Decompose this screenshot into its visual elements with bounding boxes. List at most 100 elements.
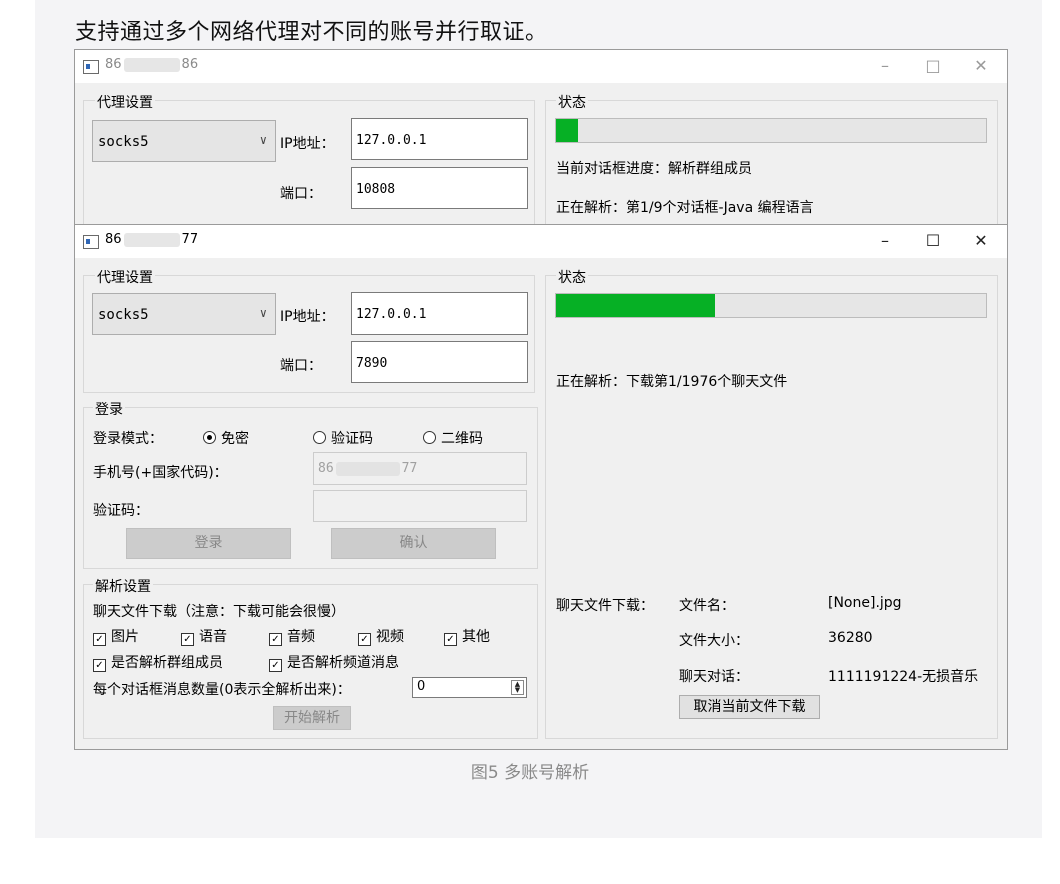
status-line-2: 正在解析：第1/9个对话框-Java 编程语言 (556, 200, 814, 216)
checkbox-audio[interactable]: ✓ 音频 (269, 626, 315, 646)
status-line-1: 当前对话框进度：解析群组成员 (556, 161, 752, 177)
checkbox-label: 是否解析频道消息 (287, 655, 399, 671)
port-input[interactable]: 7890 (351, 341, 528, 383)
file-size-value: 36280 (828, 630, 873, 646)
radio-dot-icon (423, 431, 436, 444)
proxy-protocol-value: socks5 (98, 134, 149, 150)
login-group-label: 登录 (93, 399, 125, 419)
radio-qr-code[interactable]: 二维码 (423, 428, 483, 448)
checkbox-parse-group-members[interactable]: ✓ 是否解析群组成员 (93, 652, 223, 672)
window-title: 86 86 (105, 57, 198, 72)
status-label: 状态 (556, 267, 588, 287)
chevron-down-icon: ∨ (259, 306, 267, 320)
minimize-icon[interactable]: – (875, 56, 895, 75)
title-phone-suffix: 77 (181, 232, 199, 247)
phone-input[interactable]: 86 77 (313, 452, 527, 485)
close-icon[interactable]: ✕ (971, 56, 991, 75)
file-name-label: 文件名： (679, 598, 735, 614)
checkbox-images[interactable]: ✓ 图片 (93, 626, 139, 646)
checkbox-parse-channel-messages[interactable]: ✓ 是否解析频道消息 (269, 652, 399, 672)
parse-settings-label: 解析设置 (93, 576, 153, 596)
app-window-front: 86 77 – ☐ ✕ 代理设置 socks5 ∨ IP地址： 127.0.0.1… (74, 224, 1008, 750)
app-window-back: 86 86 – □ ✕ 代理设置 socks5 ∨ IP地址： 127.0.0.1… (74, 49, 1008, 227)
checkbox-other[interactable]: ✓ 其他 (444, 626, 490, 646)
login-mode-label: 登录模式： (93, 431, 163, 447)
checkbox-label: 视频 (376, 629, 404, 645)
file-size-label: 文件大小： (679, 633, 749, 649)
cancel-download-button[interactable]: 取消当前文件下载 (679, 695, 820, 719)
checkbox-voice[interactable]: ✓ 语音 (181, 626, 227, 646)
port-label: 端口： (280, 358, 322, 374)
title-phone-prefix: 86 (105, 57, 122, 72)
progress-bar (555, 293, 987, 318)
file-download-label: 聊天文件下载： (556, 598, 654, 614)
confirm-button[interactable]: 确认 (331, 528, 496, 559)
redacted-block (335, 461, 400, 476)
checkbox-checked-icon: ✓ (181, 633, 194, 646)
port-value: 10808 (356, 182, 396, 197)
progress-fill (556, 294, 716, 317)
radio-dot-icon (203, 431, 216, 444)
radio-verification-code[interactable]: 验证码 (313, 428, 373, 448)
message-count-value: 0 (417, 679, 426, 694)
ip-label: IP地址： (280, 136, 335, 152)
phone-value: 86 77 (318, 461, 417, 476)
checkbox-video[interactable]: ✓ 视频 (358, 626, 404, 646)
proxy-settings-label: 代理设置 (95, 267, 155, 287)
progress-bar (555, 118, 987, 143)
checkbox-label: 语音 (199, 629, 227, 645)
code-label: 验证码： (93, 503, 149, 519)
proxy-protocol-value: socks5 (98, 307, 149, 323)
port-value: 7890 (356, 356, 388, 371)
checkbox-label: 是否解析群组成员 (111, 655, 223, 671)
redacted-block (123, 57, 180, 72)
checkbox-label: 其他 (462, 629, 490, 645)
radio-dot-icon (313, 431, 326, 444)
chevron-down-icon: ∨ (259, 133, 267, 147)
radio-no-password[interactable]: 免密 (203, 428, 249, 448)
proxy-settings-label: 代理设置 (95, 92, 155, 112)
ip-input[interactable]: 127.0.0.1 (351, 292, 528, 335)
progress-fill (556, 119, 578, 142)
spin-arrows-icon[interactable]: ▲ ▼ (511, 680, 524, 695)
ip-value: 127.0.0.1 (356, 133, 427, 148)
port-input[interactable]: 10808 (351, 167, 528, 209)
checkbox-label: 图片 (111, 629, 139, 645)
login-button[interactable]: 登录 (126, 528, 291, 559)
minimize-icon[interactable]: – (875, 231, 895, 250)
checkbox-label: 音频 (287, 629, 315, 645)
ip-value: 127.0.0.1 (356, 307, 427, 322)
checkbox-checked-icon: ✓ (269, 633, 282, 646)
port-label: 端口： (280, 186, 322, 202)
ip-input[interactable]: 127.0.0.1 (351, 118, 528, 160)
message-count-spinbox[interactable]: 0 ▲ ▼ (412, 677, 527, 698)
radio-label: 免密 (221, 431, 249, 447)
chat-value: 1111191224-无损音乐 (828, 669, 979, 685)
radio-label: 二维码 (441, 431, 483, 447)
title-bar[interactable]: 86 86 – □ ✕ (75, 50, 1007, 83)
title-bar[interactable]: 86 77 – ☐ ✕ (75, 225, 1007, 258)
maximize-icon[interactable]: □ (923, 56, 943, 75)
start-parse-button[interactable]: 开始解析 (273, 706, 351, 730)
checkbox-checked-icon: ✓ (444, 633, 457, 646)
chat-label: 聊天对话： (679, 669, 749, 685)
checkbox-checked-icon: ✓ (93, 633, 106, 646)
close-icon[interactable]: ✕ (971, 231, 991, 250)
phone-prefix: 86 (318, 461, 334, 476)
app-window-icon (83, 60, 99, 74)
phone-label: 手机号(+国家代码)： (93, 465, 228, 481)
article-heading: 支持通过多个网络代理对不同的账号并行取证。 (75, 20, 548, 45)
status-line-1: 正在解析：下载第1/1976个聊天文件 (556, 374, 788, 390)
code-input[interactable] (313, 490, 527, 522)
maximize-icon[interactable]: ☐ (923, 231, 943, 250)
download-note: 聊天文件下载（注意：下载可能会很慢） (93, 604, 345, 620)
file-name-value: [None].jpg (828, 595, 902, 611)
app-window-icon (83, 235, 99, 249)
proxy-protocol-select[interactable]: socks5 ∨ (92, 293, 276, 335)
title-phone-prefix: 86 (105, 232, 122, 247)
redacted-block (123, 232, 180, 247)
ip-label: IP地址： (280, 309, 335, 325)
message-count-label: 每个对话框消息数量(0表示全解析出来)： (93, 682, 351, 698)
proxy-protocol-select[interactable]: socks5 ∨ (92, 120, 276, 162)
checkbox-checked-icon: ✓ (269, 659, 282, 672)
